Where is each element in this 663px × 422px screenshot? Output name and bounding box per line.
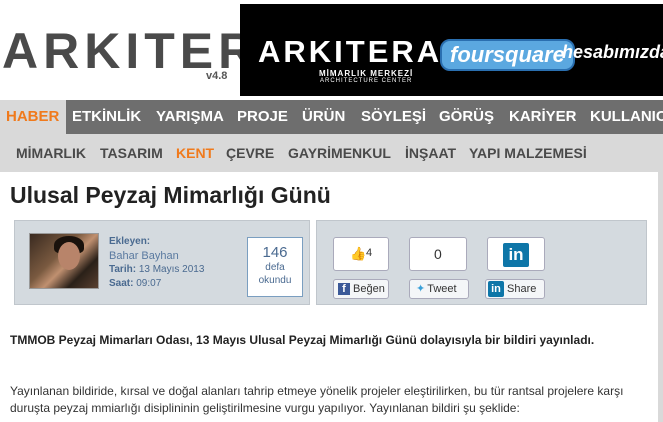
subnav-item-mimarlik[interactable]: MİMARLIK: [16, 134, 86, 172]
sub-nav: MİMARLIK TASARIM KENT ÇEVRE GAYRİMENKUL …: [0, 134, 663, 172]
site-version: v4.8: [206, 70, 228, 82]
author-info-box: Ekleyen: Bahar Bayhan Tarih: 13 Mayıs 20…: [14, 220, 310, 305]
view-label-1: defa: [265, 262, 285, 273]
facebook-icon: f: [338, 282, 350, 295]
social-share-box: 👍 4 f Beğen 0 ✦ Tweet in in Share: [316, 220, 647, 305]
tweet-count: 0: [434, 246, 442, 262]
subnav-item-tasarim[interactable]: TASARIM: [100, 134, 163, 172]
nav-item-kullanici[interactable]: KULLANICI: [590, 100, 663, 134]
article-date: 13 Mayıs 2013: [138, 264, 205, 275]
nav-item-haber[interactable]: HABER: [0, 100, 66, 134]
article-meta: Ekleyen: Bahar Bayhan Tarih: 13 Mayıs 20…: [109, 235, 204, 291]
nav-item-soylesi[interactable]: SÖYLEŞİ: [361, 100, 426, 134]
linkedin-logo-icon: in: [503, 243, 529, 267]
subnav-item-cevre[interactable]: ÇEVRE: [226, 134, 274, 172]
main-nav: HABER ETKİNLİK YARIŞMA PROJE ÜRÜN SÖYLEŞ…: [0, 100, 663, 134]
nav-item-kariyer[interactable]: KARİYER: [509, 100, 577, 134]
banner-subtitle-2: ARCHITECTURE CENTER: [320, 78, 413, 84]
facebook-like-count: 4: [366, 247, 373, 259]
nav-item-gorus[interactable]: GÖRÜŞ: [439, 100, 494, 134]
avatar-face: [58, 242, 80, 270]
subnav-item-kent[interactable]: KENT: [176, 134, 214, 172]
time-label: Saat:: [109, 278, 134, 289]
banner-subtitle-1: MİMARLIK MERKEZİ: [319, 69, 414, 78]
article-body: Yayınlanan bildiride, kırsal ve doğal al…: [10, 384, 624, 415]
facebook-like-label: Beğen: [353, 283, 385, 295]
facebook-like-button[interactable]: f Beğen: [333, 279, 389, 299]
foursquare-logo: foursquare: [440, 39, 575, 71]
nav-item-yarisma[interactable]: YARIŞMA: [156, 100, 224, 134]
view-label-2: okundu: [258, 275, 292, 286]
added-by-label: Ekleyen:: [109, 236, 151, 247]
linkedin-share-label: Share: [507, 283, 537, 295]
tweet-counter: 0: [409, 237, 467, 271]
subnav-item-gayrimenkul[interactable]: GAYRİMENKUL: [288, 134, 391, 172]
banner-logo-text: ARKITERA: [258, 34, 443, 69]
article-lead: TMMOB Peyzaj Mimarları Odası, 13 Mayıs U…: [10, 333, 595, 347]
site-logo[interactable]: ARKITERA v4.8: [0, 18, 295, 88]
author-avatar[interactable]: [29, 233, 99, 289]
banner-tagline: hesabımızda: [562, 42, 663, 62]
subnav-item-yapi-malzemesi[interactable]: YAPI MALZEMESİ: [469, 134, 587, 172]
nav-item-proje[interactable]: PROJE: [237, 100, 288, 134]
linkedin-counter: in: [487, 237, 545, 271]
article-title: Ulusal Peyzaj Mimarlığı Günü: [10, 182, 331, 208]
view-count: 146: [262, 244, 288, 261]
thumbs-up-icon: 👍: [350, 246, 367, 261]
tweet-label: Tweet: [427, 283, 457, 295]
site-header: ARKITERA v4.8 ARKITERA MİMARLIK MERKEZİ …: [0, 0, 663, 100]
author-name-link[interactable]: Bahar Bayhan: [109, 249, 204, 263]
article-time: 09:07: [136, 278, 162, 289]
twitter-bird-icon: ✦: [416, 283, 426, 295]
nav-item-etkinlik[interactable]: ETKİNLİK: [72, 100, 141, 134]
tweet-button[interactable]: ✦ Tweet: [409, 279, 469, 299]
advertisement-banner[interactable]: ARKITERA MİMARLIK MERKEZİ ARCHITECTURE C…: [240, 4, 663, 96]
content-border: [658, 172, 663, 422]
date-label: Tarih:: [109, 264, 137, 275]
view-counter: 146 defa okundu: [247, 237, 303, 297]
linkedin-small-icon: in: [488, 281, 504, 297]
linkedin-share-button[interactable]: in Share: [485, 279, 545, 299]
nav-item-urun[interactable]: ÜRÜN: [302, 100, 345, 134]
subnav-item-insaat[interactable]: İNŞAAT: [405, 134, 456, 172]
facebook-like-counter: 👍 4: [333, 237, 389, 271]
